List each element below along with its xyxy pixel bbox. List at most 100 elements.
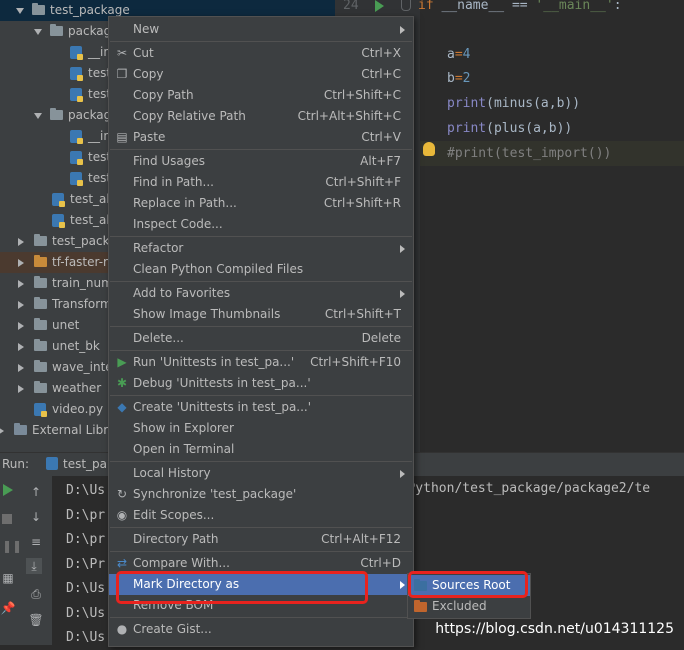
menu-item-replace-in-path[interactable]: Replace in Path... Ctrl+Shift+R [109, 193, 413, 214]
menu-item-inspect-code[interactable]: Inspect Code... [109, 214, 413, 235]
bulb-icon[interactable] [423, 142, 435, 156]
scissors-icon: ✂ [116, 46, 128, 60]
copy-icon: ❐ [116, 67, 128, 81]
menu-item-clean-python-compiled-files[interactable]: Clean Python Compiled Files [109, 259, 413, 280]
menu-item-label: Copy Path [133, 88, 194, 102]
scroll-to-end-icon[interactable]: ⤓ [26, 558, 42, 574]
run-gutter-icon[interactable] [375, 0, 384, 12]
arrow-down-icon[interactable]: ↓ [28, 509, 44, 525]
menu-item-edit-scopes[interactable]: ◉ Edit Scopes... [109, 505, 413, 526]
soft-wrap-icon[interactable]: ≡ [28, 534, 44, 550]
menu-item-label: Replace in Path... [133, 196, 237, 210]
fold-icon[interactable] [401, 0, 411, 11]
output-line: D:\Us [66, 483, 106, 498]
chevron-right-icon[interactable] [18, 238, 24, 246]
menu-item-copy-path[interactable]: Copy Path Ctrl+Shift+C [109, 85, 413, 106]
code-line: if __name__ == '__main__': [418, 0, 622, 18]
chevron-right-icon[interactable] [18, 322, 24, 330]
menu-item-create-unittests-in-test-pa[interactable]: ◆ Create 'Unittests in test_pa...' [109, 397, 413, 418]
menu-item-find-in-path[interactable]: Find in Path... Ctrl+Shift+F [109, 172, 413, 193]
tree-item-label: test_all [70, 192, 114, 206]
folder-icon [34, 339, 47, 351]
chevron-right-icon[interactable] [18, 301, 24, 309]
menu-item-local-history[interactable]: Local History [109, 463, 413, 484]
menu-separator [110, 326, 412, 327]
menu-item-show-in-explorer[interactable]: Show in Explorer [109, 418, 413, 439]
menu-item-debug-unittests-in-test-pa[interactable]: ✱ Debug 'Unittests in test_pa...' [109, 373, 413, 394]
python-file-icon [52, 214, 65, 228]
compare-icon: ⇄ [116, 556, 128, 570]
menu-item-cut[interactable]: ✂ Cut Ctrl+X [109, 43, 413, 64]
code-token: __name__ [441, 0, 512, 13]
chevron-right-icon[interactable] [18, 343, 24, 351]
menu-item-show-image-thumbnails[interactable]: Show Image Thumbnails Ctrl+Shift+T [109, 304, 413, 325]
menu-item-find-usages[interactable]: Find Usages Alt+F7 [109, 151, 413, 172]
menu-item-refactor[interactable]: Refactor [109, 238, 413, 259]
menu-separator [110, 551, 412, 552]
output-line: D:\pr [66, 532, 106, 547]
menu-item-label: Inspect Code... [133, 217, 223, 231]
menu-item-shortcut: Ctrl+Shift+F10 [310, 355, 401, 369]
menu-item-label: Run 'Unittests in test_pa...' [133, 355, 295, 369]
folder-icon [34, 318, 47, 330]
rerun-icon[interactable] [3, 484, 13, 496]
submenu-arrow-icon [400, 581, 405, 589]
chevron-right-icon[interactable] [0, 427, 4, 435]
menu-item-add-to-favorites[interactable]: Add to Favorites [109, 283, 413, 304]
run-icon: ▶ [117, 355, 127, 369]
submenu-item-excluded[interactable]: Excluded [408, 596, 530, 617]
menu-separator [110, 41, 412, 42]
arrow-up-icon[interactable]: ↑ [28, 484, 44, 500]
menu-item-label: Find in Path... [133, 175, 214, 189]
folder-icon [34, 381, 47, 393]
chevron-right-icon[interactable] [18, 385, 24, 393]
chevron-right-icon[interactable] [18, 280, 24, 288]
output-line: D:\Us [66, 630, 106, 645]
menu-item-paste[interactable]: ▤ Paste Ctrl+V [109, 127, 413, 148]
output-line: D:\Pr [66, 556, 106, 572]
menu-item-shortcut: Alt+F7 [360, 154, 401, 168]
chevron-down-icon[interactable] [16, 8, 24, 14]
pause-icon[interactable]: ❚❚ [2, 538, 22, 554]
menu-item-label: Clean Python Compiled Files [133, 262, 304, 276]
menu-item-create-gist[interactable]: ● Create Gist... [109, 619, 413, 640]
menu-item-label: Create 'Unittests in test_pa...' [133, 400, 312, 414]
python-icon: ◆ [117, 400, 127, 414]
run-tab[interactable]: test_pak [63, 457, 114, 471]
menu-item-open-in-terminal[interactable]: Open in Terminal [109, 439, 413, 460]
python-file-icon [70, 172, 83, 186]
code-token: : [613, 0, 622, 13]
menu-item-label: Paste [133, 130, 166, 144]
menu-item-directory-path[interactable]: Directory Path Ctrl+Alt+F12 [109, 529, 413, 550]
menu-item-shortcut: Ctrl+Alt+F12 [321, 532, 401, 546]
code-token: (plus(a,b)) [486, 121, 573, 136]
menu-item-label: Copy [133, 67, 164, 81]
menu-item-copy-relative-path[interactable]: Copy Relative Path Ctrl+Alt+Shift+C [109, 106, 413, 127]
code-token: = [454, 47, 463, 62]
python-file-icon [52, 193, 65, 207]
python-file-icon [34, 403, 47, 417]
python-file-icon [70, 130, 83, 144]
run-side-toolbar: ↑ ↓ ❚❚ ≡ ▦ ⤓ ⎙ 📌 🗑 [0, 476, 52, 645]
library-icon [14, 423, 27, 435]
submenu-arrow-icon [400, 290, 405, 298]
menu-item-new[interactable]: New [109, 19, 413, 40]
code-line: print(minus(a,b)) [447, 92, 580, 116]
trash-icon[interactable]: 🗑 [28, 612, 44, 628]
layout-icon[interactable]: ▦ [0, 570, 16, 586]
menu-item-delete[interactable]: Delete... Delete [109, 328, 413, 349]
stop-icon[interactable] [2, 514, 12, 524]
code-token: '__main__' [535, 0, 614, 13]
menu-item-synchronize-test-package[interactable]: ↻ Synchronize 'test_package' [109, 484, 413, 505]
menu-item-copy[interactable]: ❐ Copy Ctrl+C [109, 64, 413, 85]
pin-icon[interactable]: 📌 [0, 600, 16, 616]
chevron-down-icon[interactable] [34, 29, 42, 35]
chevron-right-icon[interactable] [18, 259, 24, 267]
chevron-down-icon[interactable] [34, 113, 42, 119]
menu-item-shortcut: Ctrl+D [360, 556, 401, 570]
print-icon[interactable]: ⎙ [28, 586, 44, 602]
menu-item-run-unittests-in-test-pa[interactable]: ▶ Run 'Unittests in test_pa...' Ctrl+Shift… [109, 352, 413, 373]
chevron-right-icon[interactable] [18, 364, 24, 372]
code-token: 4 [462, 47, 471, 62]
python-file-icon [70, 46, 83, 60]
